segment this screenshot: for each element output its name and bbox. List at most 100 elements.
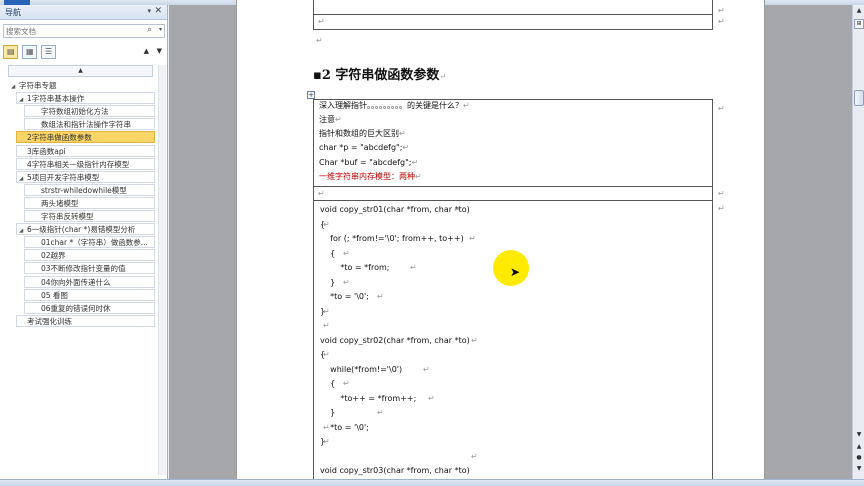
nav-heading-item[interactable]: 字符数组初始化方法 [24, 105, 155, 118]
nav-heading-item[interactable]: 2字符串做函数参数 [16, 131, 155, 144]
row-end-mark: ↵ [718, 104, 725, 113]
collapse-triangle-icon[interactable]: ◢ [19, 173, 27, 182]
nav-heading-item[interactable]: ◢ 6一级指针(char *)易错模型分析 [16, 223, 155, 236]
table-border [712, 99, 713, 486]
code-line[interactable]: void copy_str01(char *from, char *to) [320, 205, 470, 215]
nav-heading-item[interactable]: 考试强化训练 [16, 314, 155, 327]
nav-heading-label: 06重复的错误何时休 [41, 303, 111, 313]
collapse-triangle-icon[interactable]: ◢ [11, 81, 19, 90]
code-line[interactable]: { [320, 249, 335, 259]
nav-options-dropdown[interactable]: ▾ [147, 7, 151, 15]
nav-heading-item[interactable]: 05 看图 [24, 288, 155, 301]
nav-scrollbar[interactable] [158, 65, 167, 475]
pages-view-tab[interactable]: ▦ [22, 45, 37, 59]
heading-text: 2 字符串做函数参数 [321, 68, 440, 83]
nav-heading-label: 02越界 [41, 251, 66, 261]
paragraph-mark: ↵ [323, 306, 330, 316]
nav-close-button[interactable]: ✕ [154, 6, 162, 16]
paragraph-mark: ↵ [343, 277, 350, 287]
nav-search-input[interactable] [6, 26, 144, 37]
note-line[interactable]: 指针和数组的巨大区别↵ [319, 129, 406, 139]
code-line[interactable]: while(*from!='\0') [320, 365, 402, 375]
chevron-down-icon[interactable]: ▾ [159, 26, 162, 33]
nav-scroll-up-button[interactable]: ▲ [8, 65, 153, 77]
paragraph-mark: ↵ [377, 292, 384, 301]
code-line[interactable]: *to = '\0'; [320, 292, 369, 302]
next-heading-button[interactable]: ▼ [157, 47, 162, 55]
nav-heading-item[interactable]: 06重复的错误何时休 [24, 301, 155, 314]
nav-heading-item[interactable]: 数组法和指针法操作字符串 [24, 118, 155, 131]
nav-heading-label: 1字符串基本操作 [27, 94, 85, 104]
nav-heading-item[interactable]: 01char *（字符串）做函数参... [24, 236, 155, 249]
code-line[interactable]: *to++ = *from++; [320, 394, 416, 404]
paragraph-mark: ↵ [439, 72, 447, 81]
paragraph-mark: ↵ [402, 143, 410, 152]
results-view-tab[interactable]: ☰ [41, 45, 56, 59]
previous-page-button[interactable]: ▲ [854, 443, 864, 452]
results-icon: ☰ [45, 47, 53, 56]
heading-tree: ▲ ◢ 字符串专题 ◢ 1字符串基本操作 字符数组初始化方法 数组法和指针法操作字符串 2字… [0, 65, 167, 475]
nav-heading-label: 考试强化训练 [27, 316, 72, 326]
scroll-down-arrow[interactable]: ▼ [854, 431, 864, 440]
paragraph-mark: ↵ [323, 350, 330, 359]
nav-heading-label: 两头堵模型 [41, 198, 79, 208]
nav-heading-label: 2字符串做函数参数 [27, 133, 92, 143]
collapse-triangle-icon[interactable]: ◢ [19, 225, 27, 234]
nav-heading-item[interactable]: 字符串反转模型 [24, 210, 155, 222]
note-line[interactable]: 深入理解指针。。。。。。。。。的关键是什么？↵ [319, 101, 470, 111]
nav-heading-item[interactable]: ◢ 1字符串基本操作 [16, 92, 155, 105]
navigation-pane: 导航 ▾ ✕ ⌕ ▾ ▤ ▦ ☰ ▲ ▼ ▲ ◢字符串专题◢1字符串基本操作字符… [0, 5, 168, 479]
vertical-scrollbar[interactable]: ▲ ⊞ ▼ ▲ ● ▼ [852, 5, 864, 479]
paragraph-mark: ↵ [316, 36, 323, 45]
note-line[interactable]: 一维字符串内存模型：两种↵ [319, 172, 422, 182]
code-line[interactable]: *to = *from; [320, 263, 389, 273]
nav-heading-item[interactable]: ◢ 字符串专题 [8, 79, 155, 91]
nav-heading-label: 03不断修改指针变量的值 [41, 264, 126, 274]
nav-heading-label: strstr-whiledowhile模型 [41, 185, 127, 195]
paragraph-mark: ↵ [323, 422, 330, 432]
mouse-pointer-icon: ➤ [510, 265, 521, 279]
paragraph-mark: ↵ [323, 219, 330, 229]
nav-heading-label: 4字符串相关一级指针内存模型 [27, 159, 130, 169]
table-move-handle[interactable]: + [307, 91, 315, 99]
ruler-toggle-icon[interactable]: ⊞ [854, 19, 864, 29]
note-line[interactable]: 注意↵ [319, 115, 342, 125]
nav-search-box[interactable]: ⌕ ▾ [3, 24, 165, 38]
nav-heading-label: 字符串反转模型 [41, 212, 94, 221]
scroll-thumb[interactable] [854, 90, 864, 106]
code-line[interactable]: void copy_str03(char *from, char *to) [320, 466, 470, 476]
next-page-button[interactable]: ▼ [854, 465, 864, 474]
code-line[interactable]: for (; *from!='\0'; from++, to++) [320, 234, 464, 244]
nav-view-tabs: ▤ ▦ ☰ ▲ ▼ [3, 44, 165, 60]
collapse-triangle-icon[interactable]: ◢ [19, 94, 27, 103]
section-heading[interactable]: ▪2 字符串做函数参数↵ [313, 64, 446, 83]
paragraph-mark: ↵ [411, 158, 419, 167]
note-line[interactable]: char *p = "abcdefg";↵ [319, 143, 409, 153]
nav-heading-item[interactable]: 4字符串相关一级指针内存模型 [16, 157, 155, 170]
code-line[interactable]: { [320, 379, 335, 389]
nav-heading-item[interactable]: 04你向外面传递什么 [24, 275, 155, 288]
nav-heading-item[interactable]: 两头堵模型 [24, 196, 155, 209]
nav-heading-item[interactable]: 03不断修改指针变量的值 [24, 262, 155, 275]
nav-heading-label: 数组法和指针法操作字符串 [41, 120, 131, 130]
code-line[interactable]: void copy_str02(char *from, char *to) [320, 336, 470, 346]
nav-heading-label: 6一级指针(char *)易错模型分析 [27, 225, 136, 235]
previous-heading-button[interactable]: ▲ [144, 47, 149, 55]
nav-heading-label: 3库函数api [27, 146, 66, 156]
nav-heading-item[interactable]: 3库函数api [16, 144, 155, 157]
nav-heading-item[interactable]: 02越界 [24, 249, 155, 262]
note-line[interactable]: Char *buf = "abcdefg";↵ [319, 158, 418, 168]
search-icon[interactable]: ⌕ [147, 25, 152, 35]
browse-object-button[interactable]: ● [854, 454, 864, 463]
code-line[interactable]: } [320, 408, 335, 418]
nav-heading-item[interactable]: strstr-whiledowhile模型 [24, 183, 155, 196]
paragraph-mark: ↵ [471, 451, 478, 461]
paragraph-mark: ↵ [428, 393, 435, 403]
headings-view-tab[interactable]: ▤ [3, 45, 18, 59]
paragraph-mark: ↵ [423, 364, 430, 374]
scroll-up-arrow[interactable]: ▲ [854, 7, 864, 16]
code-line[interactable]: } [320, 278, 335, 288]
status-bar [0, 479, 864, 486]
nav-heading-item[interactable]: ◢ 5项目开发字符串模型 [16, 170, 155, 183]
row-end-mark: ↵ [718, 204, 725, 213]
